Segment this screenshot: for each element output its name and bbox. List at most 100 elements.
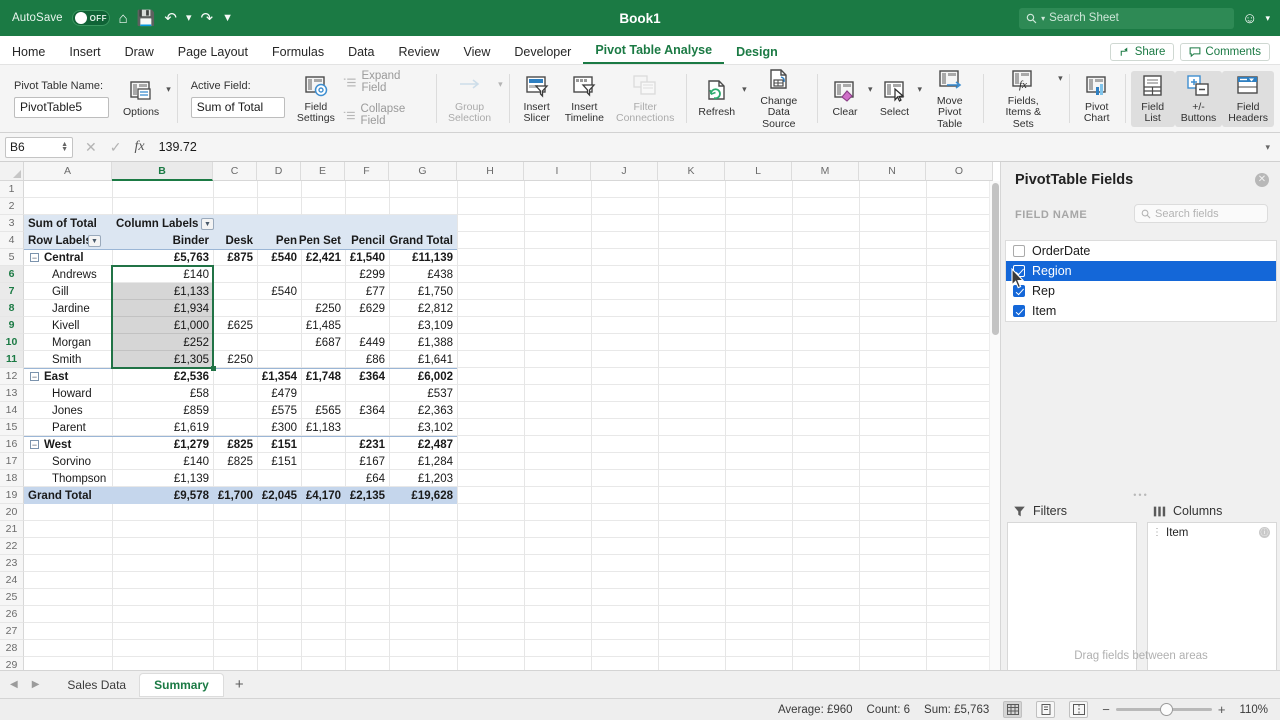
cell[interactable]: £6,002: [389, 368, 457, 385]
comments-button[interactable]: Comments: [1180, 43, 1270, 61]
active-field-input[interactable]: Sum of Total: [190, 96, 285, 118]
cell[interactable]: Pen Set: [299, 232, 345, 249]
row-header-17[interactable]: 17: [0, 453, 24, 470]
cell[interactable]: £687: [301, 334, 345, 351]
cell[interactable]: £1,139: [112, 470, 213, 487]
cell[interactable]: £250: [213, 351, 257, 368]
pivot-chart-button[interactable]: Pivot Chart: [1075, 71, 1119, 127]
cell[interactable]: Binder: [112, 232, 213, 249]
cell[interactable]: Kivell: [48, 317, 110, 334]
drag-grip-icon[interactable]: ⋮: [1152, 527, 1162, 538]
cell[interactable]: £300: [257, 419, 301, 436]
feedback-smiley-icon[interactable]: ☺: [1242, 10, 1257, 27]
column-header-g[interactable]: G: [389, 162, 457, 181]
row-header-10[interactable]: 10: [0, 334, 24, 351]
field-row-orderdate[interactable]: OrderDate: [1006, 241, 1276, 261]
cell[interactable]: £540: [257, 249, 301, 266]
zoom-track[interactable]: [1115, 703, 1212, 716]
cell[interactable]: Parent: [48, 419, 110, 436]
fill-handle[interactable]: [211, 366, 216, 371]
cell[interactable]: £11,139: [389, 249, 457, 266]
row-header-16[interactable]: 16: [0, 436, 24, 453]
row-header-8[interactable]: 8: [0, 300, 24, 317]
cell[interactable]: £1,284: [389, 453, 457, 470]
zoom-knob[interactable]: [1159, 703, 1173, 716]
cell[interactable]: £1,485: [301, 317, 345, 334]
cell[interactable]: £86: [345, 351, 389, 368]
cell[interactable]: £1,750: [389, 283, 457, 300]
tab-view[interactable]: View: [451, 45, 502, 64]
cell[interactable]: Smith: [48, 351, 110, 368]
cell[interactable]: £64: [345, 470, 389, 487]
prev-sheet-icon[interactable]: ◀: [10, 679, 18, 690]
collapse-field-button[interactable]: Collapse Field: [343, 103, 426, 127]
autosave-toggle[interactable]: OFF: [71, 10, 110, 26]
column-header-m[interactable]: M: [792, 162, 859, 181]
add-sheet-button[interactable]: +: [223, 676, 256, 693]
cell[interactable]: Andrews: [48, 266, 110, 283]
row-header-26[interactable]: 26: [0, 606, 24, 623]
close-icon[interactable]: ✕: [1255, 173, 1269, 187]
cell[interactable]: £167: [345, 453, 389, 470]
cell[interactable]: £625: [213, 317, 257, 334]
cell[interactable]: £1,540: [345, 249, 389, 266]
cell[interactable]: £2,135: [345, 487, 389, 504]
tab-insert[interactable]: Insert: [57, 45, 112, 64]
cell[interactable]: £2,363: [389, 402, 457, 419]
next-sheet-icon[interactable]: ▶: [32, 679, 40, 690]
expand-field-button[interactable]: Expand Field: [343, 70, 426, 94]
cell[interactable]: £77: [345, 283, 389, 300]
row-header-4[interactable]: 4: [0, 232, 24, 249]
column-header-i[interactable]: I: [524, 162, 591, 181]
cell[interactable]: £3,109: [389, 317, 457, 334]
row-header-25[interactable]: 25: [0, 589, 24, 606]
plus-minus-buttons-button[interactable]: +/- Buttons: [1174, 70, 1223, 127]
tab-design[interactable]: Design: [724, 45, 790, 64]
cell[interactable]: Morgan: [48, 334, 110, 351]
row-header-19[interactable]: 19: [0, 487, 24, 504]
redo-icon[interactable]: ↷: [201, 11, 214, 26]
cell[interactable]: £2,536: [112, 368, 213, 385]
cell[interactable]: £2,421: [301, 249, 345, 266]
row-header-12[interactable]: 12: [0, 368, 24, 385]
field-row-region[interactable]: Region: [1006, 261, 1276, 281]
pivot-table-name-input[interactable]: PivotTable5: [14, 96, 109, 118]
row-header-11[interactable]: 11: [0, 351, 24, 368]
cell[interactable]: £4,170: [301, 487, 345, 504]
column-header-d[interactable]: D: [257, 162, 301, 181]
row-header-20[interactable]: 20: [0, 504, 24, 521]
cell[interactable]: £252: [112, 334, 213, 351]
cell[interactable]: £540: [257, 283, 301, 300]
tab-review[interactable]: Review: [386, 45, 451, 64]
cell[interactable]: £825: [213, 436, 257, 453]
cell[interactable]: £231: [345, 436, 389, 453]
field-settings-button[interactable]: Field Settings: [293, 71, 339, 127]
cell[interactable]: Howard: [48, 385, 110, 402]
cell[interactable]: Sorvino: [48, 453, 110, 470]
cell[interactable]: Gill: [48, 283, 110, 300]
row-header-24[interactable]: 24: [0, 572, 24, 589]
undo-icon[interactable]: ↶: [164, 11, 177, 26]
clear-button[interactable]: Clear: [823, 76, 867, 121]
field-headers-button[interactable]: Field Headers: [1222, 70, 1274, 127]
cell[interactable]: Grand Total: [389, 232, 457, 249]
cell[interactable]: £859: [112, 402, 213, 419]
check-icon[interactable]: ✓: [110, 139, 122, 156]
fields-items-sets-button[interactable]: fx Fields, Items & Sets: [989, 65, 1057, 133]
cell[interactable]: £479: [257, 385, 301, 402]
cell[interactable]: £2,812: [389, 300, 457, 317]
pane-resize-grip[interactable]: •••: [1001, 490, 1280, 500]
chip-columns-item[interactable]: ⋮ Item ⓘ: [1148, 523, 1276, 542]
cell[interactable]: Jardine: [48, 300, 110, 317]
refresh-button[interactable]: Refresh: [692, 76, 741, 121]
row-header-21[interactable]: 21: [0, 521, 24, 538]
cell[interactable]: Pen: [257, 232, 301, 249]
normal-view-button[interactable]: [1003, 701, 1023, 718]
collapse-button[interactable]: −: [30, 253, 39, 262]
cell[interactable]: £5,763: [112, 249, 213, 266]
sheet-tab-sales-data[interactable]: Sales Data: [53, 674, 140, 696]
options-dropdown-icon[interactable]: ▾: [166, 84, 171, 95]
checkbox-orderdate[interactable]: [1013, 245, 1025, 257]
column-header-a[interactable]: A: [24, 162, 112, 181]
cell[interactable]: £1,700: [213, 487, 257, 504]
